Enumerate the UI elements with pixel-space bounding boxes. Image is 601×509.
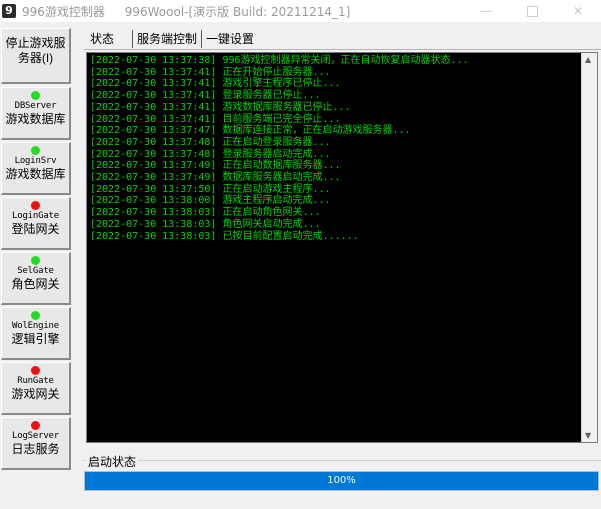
startup-progress-bar: 100%	[84, 471, 599, 491]
log-line: [2022-07-30 13:37:41] 登录服务器已停止...	[90, 90, 321, 102]
log-line: [2022-07-30 13:37:41] 游戏数据库服务器已停止...	[90, 101, 351, 113]
service-name: SelGate	[17, 266, 54, 276]
log-line: [2022-07-30 13:37:38] 996游戏控制器异常关闭，正在自动恢…	[90, 55, 469, 66]
service-name: LoginGate	[12, 211, 59, 221]
log-scrollbar[interactable]: ▲ ▼	[581, 53, 597, 442]
service-name: WolEngine	[12, 321, 59, 331]
service-button-rungate[interactable]: RunGate 游戏网关	[1, 362, 71, 415]
log-line: [2022-07-30 13:37:49] 数据库服务器启动完成...	[90, 172, 341, 184]
service-button-loginsrv[interactable]: LoginSrv 游戏数据库	[1, 142, 71, 195]
log-line: [2022-07-30 13:37:48] 正在启动登录服务器...	[90, 136, 331, 148]
log-line: [2022-07-30 13:37:49] 正在启动数据库服务器...	[90, 160, 341, 172]
log-line: [2022-07-30 13:37:47] 数据库连接正常，正在启动游戏服务器.…	[90, 125, 411, 137]
log-line: [2022-07-30 13:37:48] 登录服务器启动完成...	[90, 148, 331, 160]
status-dot-icon	[31, 91, 40, 100]
service-desc: 登陆网关	[11, 222, 60, 236]
log-line: [2022-07-30 13:37:41] 目前服务端已完全停止...	[90, 113, 341, 125]
status-dot-icon	[31, 421, 40, 430]
log-line: [2022-07-30 13:38:00] 游戏主程序启动完成...	[90, 195, 331, 207]
service-button-wolengine[interactable]: WolEngine 逻辑引擎	[1, 307, 71, 360]
window-title-main: 996游戏控制器	[22, 4, 105, 19]
log-line: [2022-07-30 13:38:03] 已按目前配置启动完成......	[90, 230, 359, 242]
maximize-button[interactable]	[509, 0, 555, 22]
status-dot-icon	[31, 256, 40, 265]
service-name: LoginSrv	[14, 156, 57, 166]
minimize-icon: —	[480, 4, 492, 18]
log-line: [2022-07-30 13:37:50] 正在启动游戏主程序...	[90, 183, 331, 195]
status-dot-icon	[31, 201, 40, 210]
service-desc: 游戏网关	[11, 387, 60, 401]
status-dot-icon	[31, 311, 40, 320]
status-group-title: 启动状态	[86, 453, 139, 470]
service-button-dbserver[interactable]: DBServer 游戏数据库	[1, 87, 71, 140]
status-dot-icon	[31, 366, 40, 375]
log-panel: [2022-07-30 13:37:38] 996游戏控制器异常关闭，正在自动恢…	[86, 52, 598, 443]
title-bar: 9 996游戏控制器 996Woool-[演示版 Build: 20211214…	[0, 0, 601, 22]
tab-quick-setup[interactable]: 一键设置	[202, 30, 258, 48]
tab-server-control[interactable]: 服务端控制	[133, 30, 203, 48]
service-button-logserver[interactable]: LogServer 日志服务	[1, 417, 71, 470]
window-title: 996游戏控制器 996Woool-[演示版 Build: 20211214_1…	[22, 3, 350, 20]
service-name: DBServer	[14, 101, 57, 111]
service-name: RunGate	[17, 376, 54, 386]
log-line: [2022-07-30 13:38:03] 正在启动角色网关...	[90, 207, 321, 219]
service-desc: 角色网关	[11, 277, 60, 291]
service-desc: 日志服务	[11, 442, 60, 456]
service-name: LogServer	[12, 431, 59, 441]
service-button-selgate[interactable]: SelGate 角色网关	[1, 252, 71, 305]
log-output[interactable]: [2022-07-30 13:37:38] 996游戏控制器异常关闭，正在自动恢…	[87, 53, 581, 442]
tab-divider	[84, 49, 601, 50]
log-line: [2022-07-30 13:38:03] 角色网关启动完成...	[90, 218, 321, 230]
service-button-logingate[interactable]: LoginGate 登陆网关	[1, 197, 71, 250]
service-desc: 游戏数据库	[5, 112, 66, 126]
tab-status[interactable]: 状态	[84, 30, 134, 48]
status-dot-icon	[31, 146, 40, 155]
log-line: [2022-07-30 13:37:41] 正在开始停止服务器...	[90, 66, 331, 78]
app-window: 9 996游戏控制器 996Woool-[演示版 Build: 20211214…	[0, 0, 601, 509]
log-line: [2022-07-30 13:37:41] 游戏引擎主程序已停止...	[90, 78, 341, 90]
scroll-down-icon[interactable]: ▼	[585, 431, 591, 440]
window-title-build: 996Woool-[演示版 Build: 20211214_1]	[124, 4, 351, 19]
startup-status-group: 启动状态 100%	[82, 453, 601, 509]
scroll-up-icon[interactable]: ▲	[585, 55, 591, 64]
service-desc: 逻辑引擎	[11, 332, 60, 346]
service-sidebar: 停止游戏服务器(I) DBServer 游戏数据库 LoginSrv 游戏数据库…	[0, 26, 75, 509]
close-icon: ✕	[572, 4, 584, 18]
progress-text: 100%	[327, 475, 356, 486]
close-button[interactable]: ✕	[555, 0, 601, 22]
tab-bar: 状态 服务端控制 一键设置	[84, 30, 258, 50]
minimize-button[interactable]: —	[463, 0, 509, 22]
app-logo-icon: 9	[2, 4, 16, 18]
service-desc: 游戏数据库	[5, 167, 66, 181]
stop-server-button[interactable]: 停止游戏服务器(I)	[1, 28, 71, 84]
stop-server-label: 停止游戏服务器(I)	[5, 36, 66, 65]
window-controls: — ✕	[463, 0, 601, 22]
maximize-icon	[526, 5, 538, 17]
